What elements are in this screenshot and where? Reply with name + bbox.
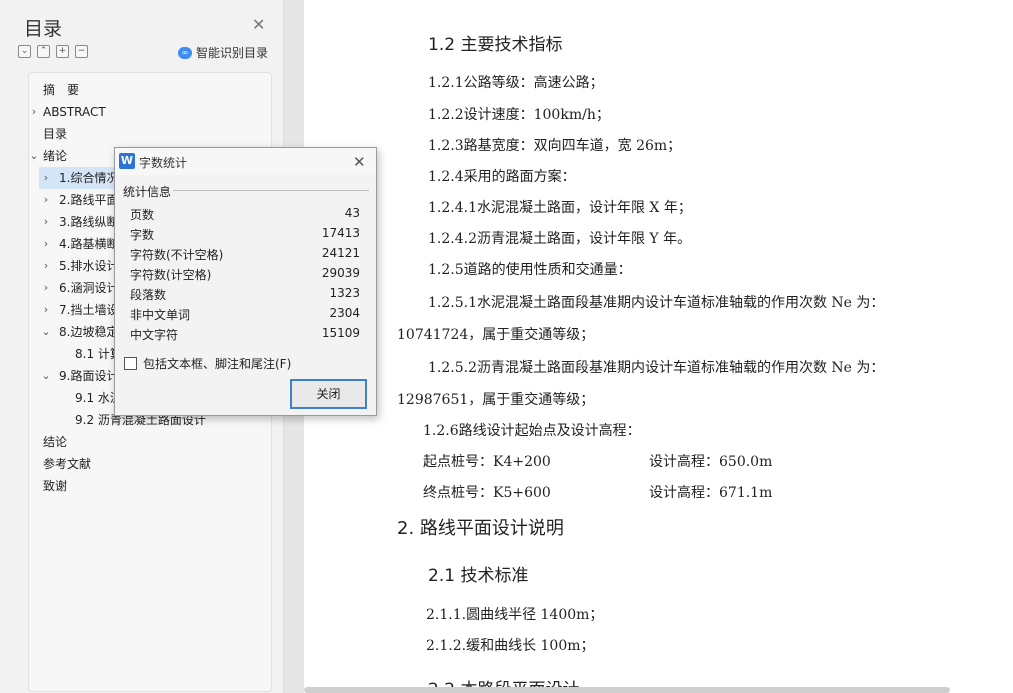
toc-item-7[interactable]: › 7.挡土墙设 — [39, 299, 119, 321]
smart-recognize-icon: ∞ — [178, 46, 192, 59]
toc-item-6[interactable]: › 6.涵洞设计 — [39, 277, 119, 299]
doc-line: 1.2.6路线设计起始点及设计高程： — [423, 423, 641, 439]
doc-line: 1.2.1公路等级：高速公路； — [428, 75, 604, 91]
expand-arrow-icon[interactable]: › — [41, 189, 51, 211]
close-icon[interactable]: ✕ — [353, 153, 366, 171]
remove-level-icon[interactable]: − — [75, 45, 88, 58]
doc-line: 2.1.2.缓和曲线长 100m； — [426, 638, 595, 654]
heading-2-1: 2.1 技术标准 — [428, 566, 529, 586]
doc-line: 12987651，属于重交通等级； — [397, 392, 595, 408]
smart-toc-button[interactable]: ∞ 智能识别目录 — [178, 44, 268, 61]
stat-row-chars-no-spaces: 字符数(不计空格) 24121 — [130, 246, 360, 262]
expand-up-icon[interactable]: ⌃ — [37, 45, 50, 58]
toc-item-references[interactable]: 参考文献 — [43, 453, 91, 475]
toc-item-2[interactable]: › 2.路线平面 — [39, 189, 119, 211]
toc-item-9[interactable]: ⌄ 9.路面设计 — [39, 365, 118, 387]
toc-item-abstract-cn[interactable]: 摘 要 — [43, 79, 79, 101]
doc-line: 1.2.5.2沥青混凝土路面段基准期内设计车道标准轴载的作用次数 Ne 为： — [428, 360, 885, 376]
divider — [173, 190, 369, 191]
doc-line: 1.2.2设计速度：100km/h； — [428, 107, 610, 123]
checkbox-box[interactable] — [124, 357, 137, 370]
close-button[interactable]: 关闭 — [290, 379, 367, 409]
toc-item-8[interactable]: ⌄ 8.边坡稳定 — [39, 321, 118, 343]
stat-row-paragraphs: 段落数 1323 — [130, 286, 360, 302]
collapse-arrow-icon[interactable]: ⌄ — [29, 145, 39, 167]
doc-line: 设计高程：650.0m — [649, 454, 773, 470]
expand-arrow-icon[interactable]: › — [41, 167, 51, 189]
toc-item-5[interactable]: › 5.排水设计 — [39, 255, 119, 277]
horizontal-scrollbar[interactable] — [304, 687, 950, 693]
toc-item-intro[interactable]: ⌄ 绪论 — [29, 145, 67, 167]
doc-line: 1.2.4.2沥青混凝土路面，设计年限 Y 年。 — [428, 231, 692, 247]
toc-item-4[interactable]: › 4.路基横断 — [39, 233, 119, 255]
heading-2: 2. 路线平面设计说明 — [397, 518, 564, 539]
add-level-icon[interactable]: + — [56, 45, 69, 58]
stats-section-title: 统计信息 — [123, 185, 172, 199]
expand-arrow-icon[interactable]: › — [41, 299, 51, 321]
include-textboxes-checkbox[interactable]: 包括文本框、脚注和尾注(F) — [124, 355, 291, 372]
toc-toolbar: ⌄ ⌃ + − — [18, 45, 88, 58]
collapse-all-icon[interactable]: ⌄ — [18, 45, 31, 58]
expand-arrow-icon[interactable]: › — [41, 233, 51, 255]
toc-item-1[interactable]: › 1.综合情况 — [39, 167, 119, 189]
dialog-title: 字数统计 — [139, 156, 188, 170]
toc-close-icon[interactable]: ✕ — [252, 15, 265, 34]
document-page[interactable]: 1.2 主要技术指标 1.2.1公路等级：高速公路； 1.2.2设计速度：100… — [304, 0, 1013, 693]
doc-line: 终点桩号：K5+600 — [423, 485, 551, 501]
expand-arrow-icon[interactable]: › — [29, 101, 39, 123]
doc-line: 1.2.3路基宽度：双向四车道，宽 26m； — [428, 138, 682, 154]
doc-line: 1.2.4采用的路面方案： — [428, 169, 576, 185]
stat-row-pages: 页数 43 — [130, 206, 360, 222]
doc-line: 10741724，属于重交通等级； — [397, 327, 595, 343]
expand-arrow-icon[interactable]: › — [41, 255, 51, 277]
toc-item-contents[interactable]: 目录 — [43, 123, 67, 145]
heading-1-2: 1.2 主要技术指标 — [428, 35, 563, 55]
doc-line: 设计高程：671.1m — [649, 485, 773, 501]
doc-line: 1.2.5道路的使用性质和交通量： — [428, 262, 632, 278]
doc-line: 2.1.1.圆曲线半径 1400m； — [426, 607, 604, 623]
toc-item-abstract-en[interactable]: › ABSTRACT — [29, 101, 106, 123]
wps-writer-icon: W — [119, 153, 135, 169]
expand-arrow-icon[interactable]: › — [41, 211, 51, 233]
doc-line: 起点桩号：K4+200 — [423, 454, 551, 470]
stat-row-words: 字数 17413 — [130, 226, 360, 242]
toc-title: 目录 — [24, 18, 63, 40]
toc-item-3[interactable]: › 3.路线纵断 — [39, 211, 119, 233]
expand-arrow-icon[interactable]: › — [41, 277, 51, 299]
checkbox-label: 包括文本框、脚注和尾注(F) — [143, 357, 292, 371]
collapse-arrow-icon[interactable]: ⌄ — [41, 321, 51, 343]
stat-row-chars-with-spaces: 字符数(计空格) 29039 — [130, 266, 360, 282]
word-count-dialog: W 字数统计 ✕ 统计信息 页数 43 字数 17413 字符数(不计空格) 2412… — [114, 147, 377, 416]
toc-item-acknowledgement[interactable]: 致谢 — [43, 475, 67, 497]
stat-row-chinese-chars: 中文字符 15109 — [130, 326, 360, 342]
stat-row-non-chinese-words: 非中文单词 2304 — [130, 306, 360, 322]
smart-toc-label: 智能识别目录 — [196, 46, 269, 60]
toc-item-conclusion[interactable]: 结论 — [43, 431, 67, 453]
collapse-arrow-icon[interactable]: ⌄ — [41, 365, 51, 387]
doc-line: 1.2.4.1水泥混凝土路面，设计年限 X 年； — [428, 200, 692, 216]
doc-line: 1.2.5.1水泥混凝土路面段基准期内设计车道标准轴载的作用次数 Ne 为： — [428, 295, 885, 311]
dialog-titlebar[interactable]: W 字数统计 ✕ — [115, 148, 376, 175]
